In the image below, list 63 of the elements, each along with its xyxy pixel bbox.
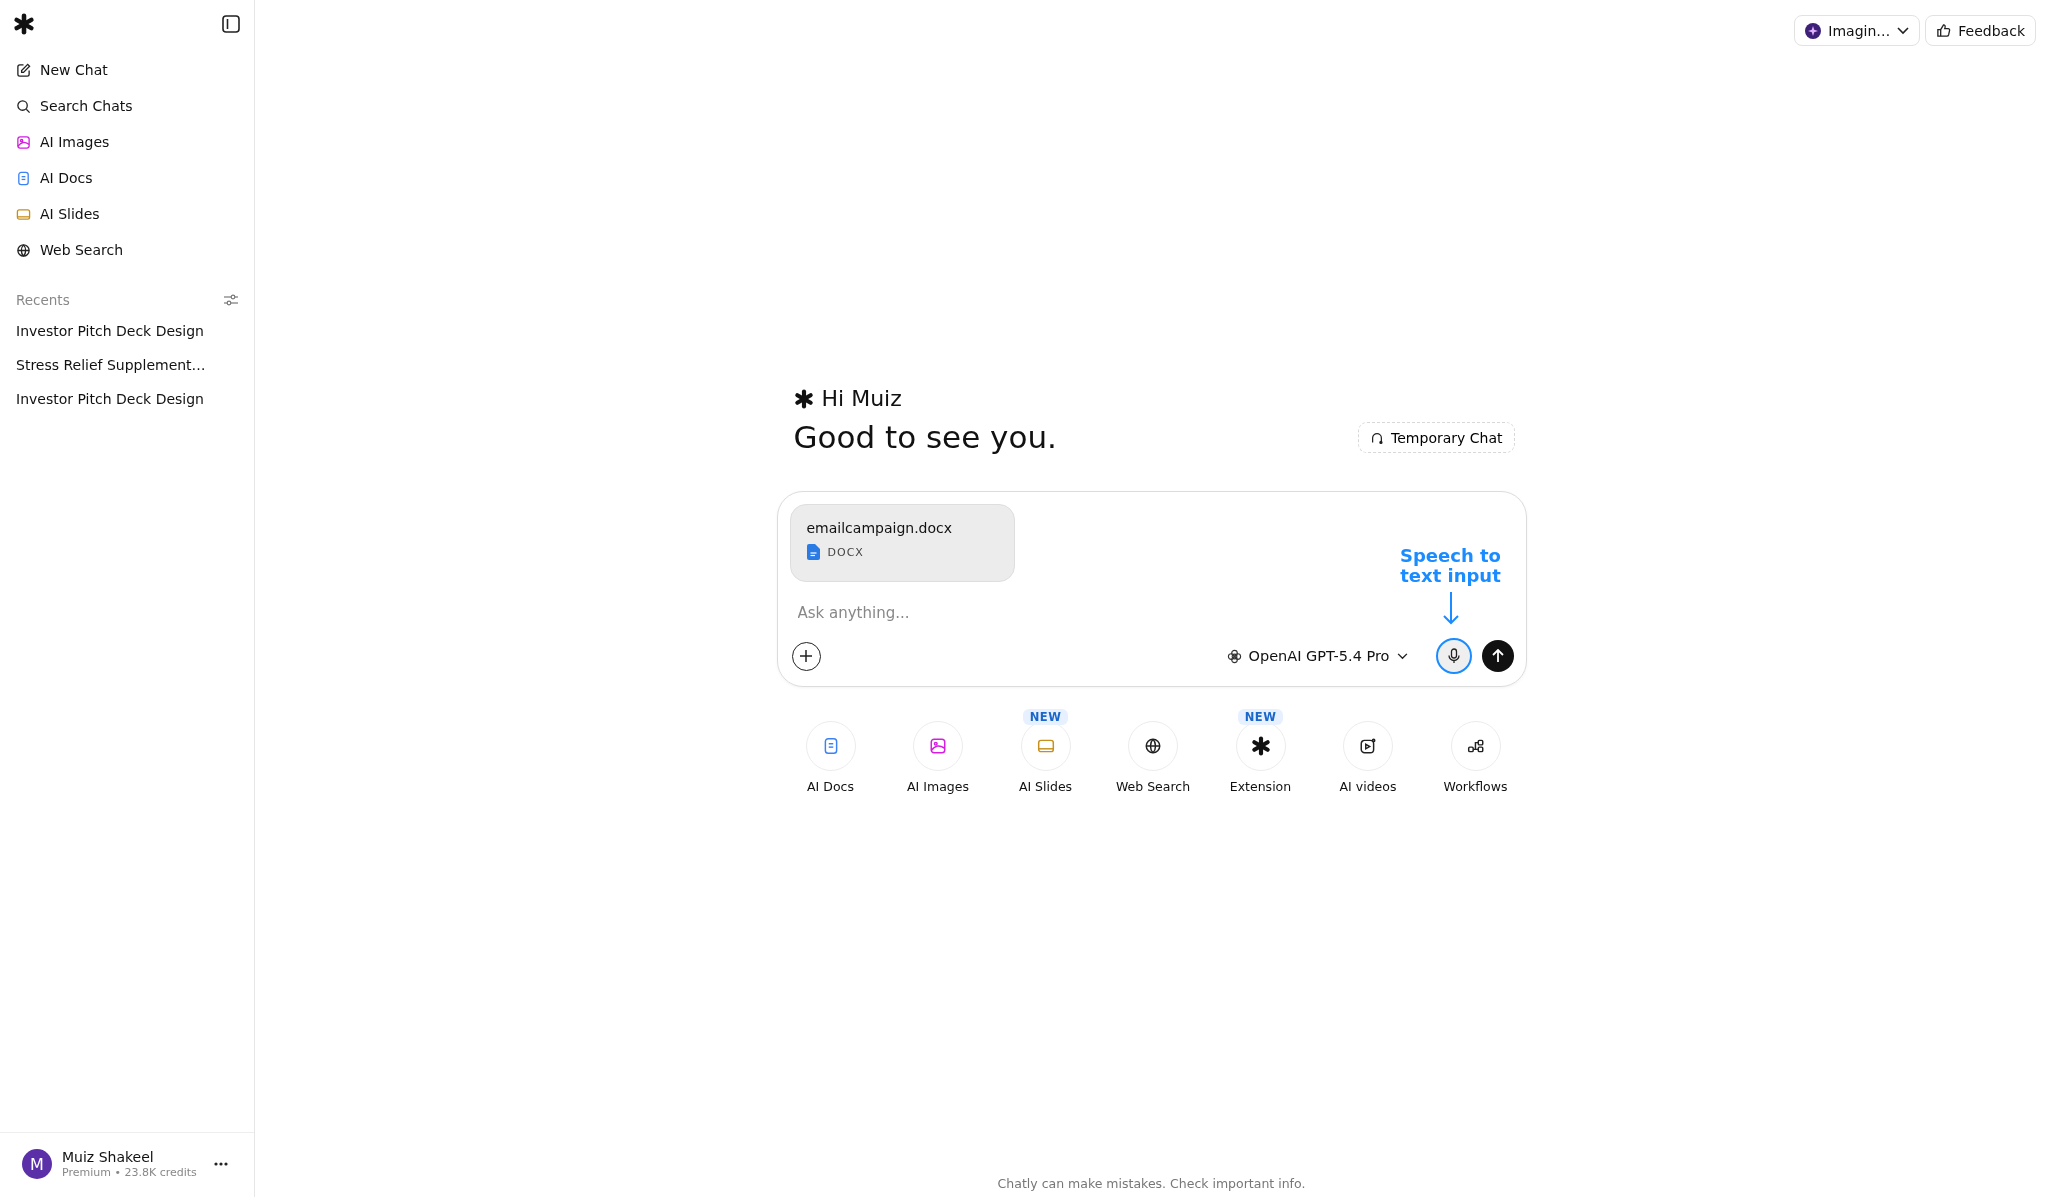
sparkle-avatar-icon — [1805, 22, 1822, 39]
slides-icon — [1036, 737, 1055, 755]
search-icon — [16, 98, 31, 114]
filter-sliders-icon[interactable] — [224, 294, 238, 306]
recents-heading: Recents — [16, 292, 70, 308]
quick-action[interactable]: NEW AI Slides — [1001, 709, 1090, 794]
chevron-down-icon — [1897, 26, 1910, 35]
sidebar-item[interactable]: Web Search — [0, 232, 254, 268]
quick-action[interactable]: AI Images — [894, 709, 982, 794]
asterisk-logo-icon — [1250, 736, 1271, 756]
quick-action[interactable]: Workflows — [1431, 709, 1520, 794]
sidebar-item[interactable]: AI Slides — [0, 196, 254, 232]
attachment-type: DOCX — [827, 545, 864, 559]
recent-chat-item[interactable]: Investor Pitch Deck Design — [0, 314, 254, 348]
sidebar-item[interactable]: AI Docs — [0, 160, 254, 196]
globe-icon — [16, 242, 31, 258]
thumbs-up-icon — [1936, 23, 1952, 38]
microphone-button[interactable] — [1435, 638, 1472, 674]
send-button[interactable] — [1481, 640, 1514, 672]
temporary-chat-button[interactable]: Temporary Chat — [1358, 422, 1515, 453]
user-plan: Premium • 23.8K credits — [62, 1166, 198, 1179]
quick-action[interactable]: AI videos — [1324, 709, 1412, 794]
disclaimer-text: Chatly can make mistakes. Check important info. — [997, 1176, 1306, 1191]
sidebar-item[interactable]: Search Chats — [0, 88, 254, 124]
asterisk-logo-icon — [793, 388, 814, 409]
recent-chat-item[interactable]: Investor Pitch Deck Design — [0, 382, 254, 416]
quick-action[interactable]: NEW Extension — [1216, 709, 1305, 794]
attachment-card[interactable]: emailcampaign.docx DOCX — [789, 504, 1015, 582]
slides-icon — [16, 206, 31, 222]
arrow-up-icon — [1490, 649, 1505, 663]
quick-action[interactable]: Web Search — [1109, 709, 1197, 794]
chevron-down-icon — [1396, 652, 1408, 660]
more-icon — [214, 1162, 228, 1166]
callout-label: Speech to text input — [1399, 546, 1502, 586]
greeting-text: Hi Muiz — [821, 386, 902, 411]
new-badge: NEW — [1022, 709, 1069, 725]
workflow-icon — [1466, 737, 1485, 755]
user-avatar[interactable]: M — [22, 1149, 52, 1179]
workspace-dropdown[interactable]: Imagin… — [1794, 15, 1921, 46]
greeting-title: Good to see you. — [793, 419, 1057, 455]
down-arrow-icon — [1442, 591, 1459, 625]
recent-chat-item[interactable]: Stress Relief Supplement… — [0, 348, 254, 382]
asterisk-logo-icon[interactable] — [13, 13, 35, 35]
quick-action[interactable]: AI Docs — [786, 709, 875, 794]
document-file-icon — [806, 544, 820, 560]
flower-logo-icon — [1226, 648, 1242, 664]
feedback-button[interactable]: Feedback — [1925, 15, 2036, 46]
user-name: Muiz Shakeel — [62, 1149, 155, 1165]
attachment-name: emailcampaign.docx — [806, 520, 954, 536]
globe-icon — [1144, 737, 1162, 755]
model-selector[interactable]: OpenAI GPT-5.4 Pro — [1220, 647, 1414, 665]
sidebar-item[interactable]: AI Images — [0, 124, 254, 160]
sidebar-toggle-icon[interactable] — [222, 15, 240, 33]
new-badge: NEW — [1237, 709, 1284, 725]
document-icon — [16, 170, 31, 186]
sidebar-item[interactable]: New Chat — [0, 52, 254, 88]
video-icon — [1359, 737, 1377, 755]
add-button[interactable] — [791, 641, 821, 671]
image-icon — [929, 737, 947, 755]
plus-icon — [799, 649, 813, 663]
microphone-icon — [1447, 648, 1460, 664]
image-icon — [16, 134, 31, 150]
compose-icon — [16, 62, 31, 78]
